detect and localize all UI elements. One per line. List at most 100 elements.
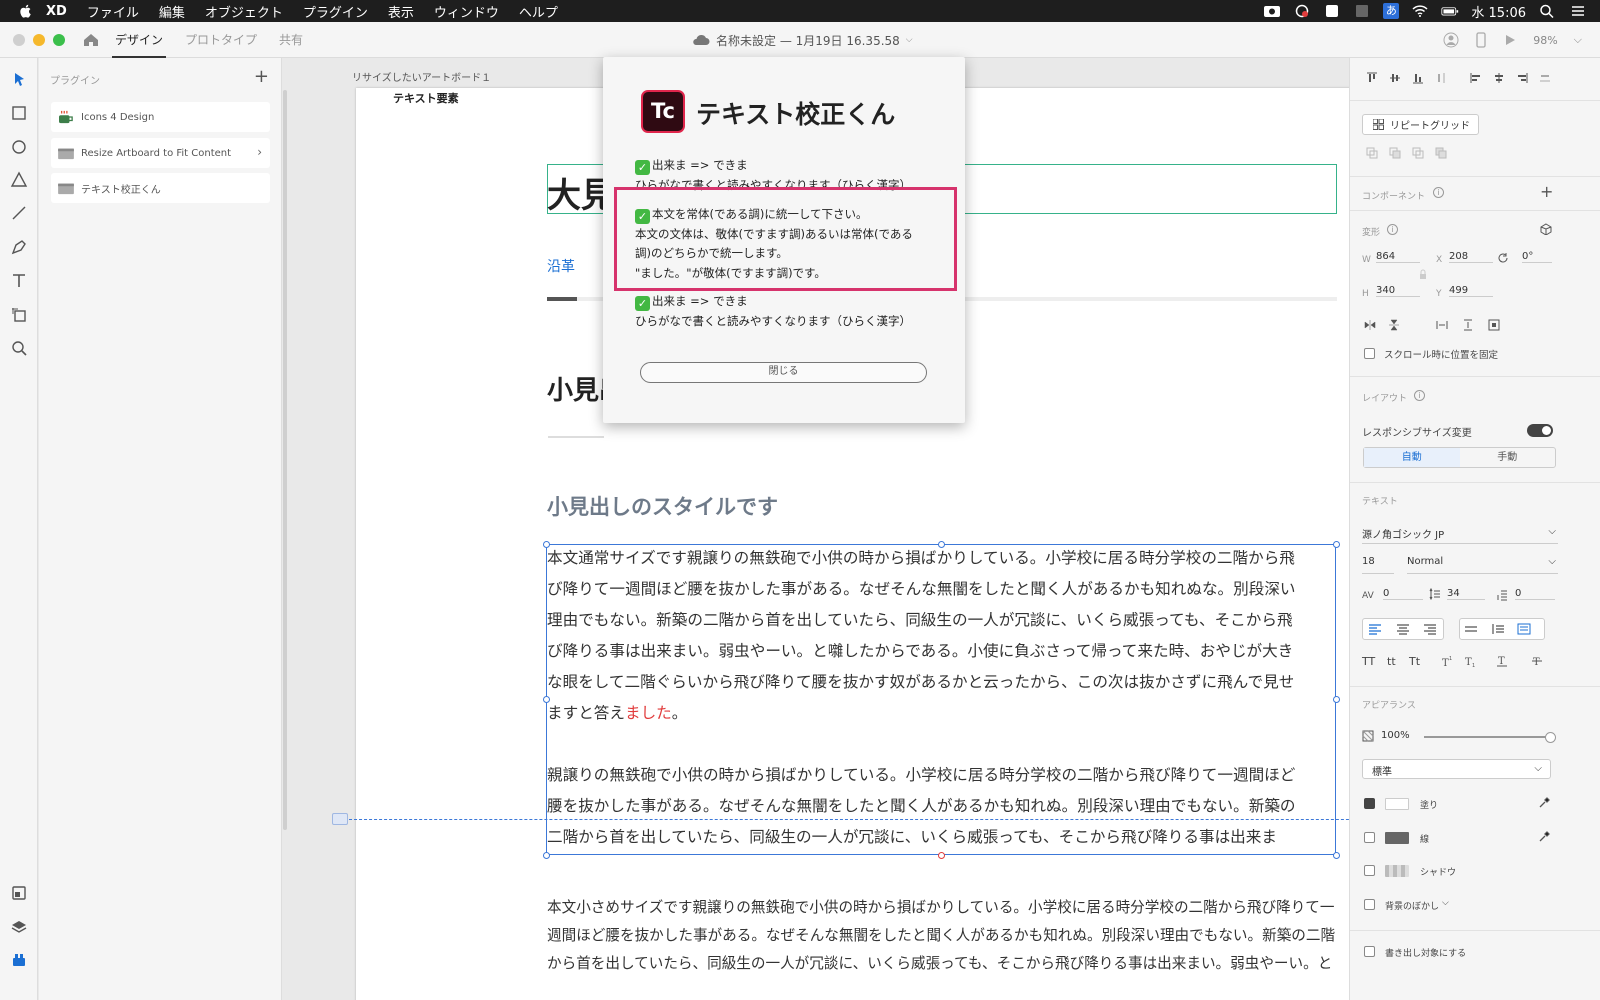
polygon-tool-icon[interactable] xyxy=(10,171,28,189)
resize-handle-ml[interactable] xyxy=(543,696,550,703)
info-icon[interactable]: i xyxy=(1414,390,1425,401)
flip-horizontal-icon[interactable] xyxy=(1364,319,1376,331)
fit-content-icon[interactable] xyxy=(1488,319,1500,331)
mobile-preview-icon[interactable] xyxy=(1475,32,1487,48)
fix-position-checkbox[interactable] xyxy=(1364,348,1375,359)
menu-edit[interactable]: 編集 xyxy=(159,2,185,21)
resize-handle-bm[interactable] xyxy=(938,852,945,859)
blend-mode-select[interactable]: 標準 ⌵ xyxy=(1362,759,1551,779)
menu-help[interactable]: ヘルプ xyxy=(519,2,558,21)
plugin-item-text-kousei[interactable]: テキスト校正くん xyxy=(51,173,270,203)
line-spacing-input[interactable]: 34 xyxy=(1447,588,1485,600)
artboard-name[interactable]: リサイズしたいアートボード１ xyxy=(352,69,491,84)
align-bottom-icon[interactable] xyxy=(1412,72,1424,84)
fit-width-icon[interactable] xyxy=(1436,319,1448,331)
titlecase-button[interactable]: Tt xyxy=(1409,655,1420,668)
font-weight-select[interactable]: Normal ⌵ xyxy=(1407,556,1558,574)
point-text-icon[interactable] xyxy=(1464,623,1478,635)
spotlight-search-icon[interactable] xyxy=(1538,4,1556,18)
text-align-center-icon[interactable] xyxy=(1396,623,1410,635)
add-plugin-button[interactable]: + xyxy=(254,66,269,87)
strikethrough-icon[interactable]: T xyxy=(1531,655,1543,667)
resize-auto-option[interactable]: 自動 xyxy=(1364,448,1460,467)
text-align-left-icon[interactable] xyxy=(1368,623,1382,635)
y-input[interactable]: 499 xyxy=(1449,285,1493,297)
resize-handle-tr[interactable] xyxy=(1333,541,1340,548)
fit-height-icon[interactable] xyxy=(1462,319,1474,331)
resize-handle-tm[interactable] xyxy=(938,541,945,548)
font-family-select[interactable]: 源ノ角ゴシック JP ⌵ xyxy=(1362,526,1558,544)
text-element-label[interactable]: テキスト要素 xyxy=(393,90,459,106)
info-icon[interactable]: i xyxy=(1387,224,1398,235)
pen-tool-icon[interactable] xyxy=(10,238,28,256)
subscript-icon[interactable]: T1 xyxy=(1465,655,1477,667)
rotation-input[interactable]: 0° xyxy=(1522,251,1552,263)
plugin-item-resize-artboard[interactable]: Resize Artboard to Fit Content › xyxy=(51,138,270,168)
menu-object[interactable]: オブジェクト xyxy=(205,2,283,21)
chevron-down-icon[interactable]: ⌵ xyxy=(1574,33,1582,47)
notification-center-icon[interactable] xyxy=(1568,4,1586,18)
zoom-window-button[interactable] xyxy=(53,33,65,46)
text-align-right-icon[interactable] xyxy=(1423,623,1437,635)
heading-small[interactable]: 小見出しのスタイルです xyxy=(547,491,778,521)
background-blur-checkbox[interactable] xyxy=(1364,899,1375,910)
height-input[interactable]: 340 xyxy=(1376,285,1420,297)
resize-handle-tl[interactable] xyxy=(543,541,550,548)
auto-height-text-icon[interactable] xyxy=(1491,623,1505,635)
input-method-indicator[interactable]: あ xyxy=(1383,3,1400,19)
app-menu[interactable]: XD xyxy=(46,4,67,19)
select-tool-icon[interactable] xyxy=(10,70,28,88)
minimize-window-button[interactable] xyxy=(33,33,45,46)
info-icon[interactable]: i xyxy=(1433,187,1444,198)
acrobat-icon[interactable] xyxy=(1323,4,1341,18)
responsive-resize-toggle[interactable] xyxy=(1527,424,1553,437)
boolean-add-icon[interactable] xyxy=(1366,147,1378,159)
tab-share[interactable]: 共有 xyxy=(279,22,303,58)
menubar-clock[interactable]: 水 15:06 xyxy=(1471,2,1526,21)
resize-handle-br[interactable] xyxy=(1333,852,1340,859)
menu-plugin[interactable]: プラグイン xyxy=(303,2,368,21)
distribute-horizontal-icon[interactable] xyxy=(1539,72,1551,84)
stroke-swatch[interactable] xyxy=(1385,832,1409,844)
distribute-vertical-icon[interactable] xyxy=(1435,72,1447,84)
3d-transform-icon[interactable] xyxy=(1540,223,1552,235)
menu-file[interactable]: ファイル xyxy=(87,2,139,21)
close-window-button[interactable] xyxy=(13,33,25,46)
lowercase-button[interactable]: tt xyxy=(1387,655,1396,668)
chevron-right-icon[interactable]: › xyxy=(257,145,262,159)
boolean-exclude-icon[interactable] xyxy=(1435,147,1447,159)
width-input[interactable]: 864 xyxy=(1376,251,1420,263)
underline-icon[interactable]: T xyxy=(1496,655,1508,667)
creative-cloud-icon[interactable] xyxy=(1293,4,1311,18)
lock-aspect-icon[interactable] xyxy=(1417,268,1429,280)
align-top-icon[interactable] xyxy=(1366,72,1378,84)
play-icon[interactable] xyxy=(1503,33,1517,47)
line-tool-icon[interactable] xyxy=(10,204,28,222)
eyedropper-icon[interactable] xyxy=(1538,797,1550,809)
resize-manual-option[interactable]: 手動 xyxy=(1460,448,1556,467)
document-title[interactable]: 名称未設定 — 1月19日 16.35.58 ⌵ xyxy=(692,22,913,58)
menu-view[interactable]: 表示 xyxy=(388,2,414,21)
paragraph-spacing-input[interactable]: 0 xyxy=(1515,588,1555,600)
shadow-checkbox[interactable] xyxy=(1364,865,1375,876)
panel-scrollbar[interactable] xyxy=(283,90,287,830)
wifi-icon[interactable] xyxy=(1411,4,1429,18)
body-text-small[interactable]: 本文小さめサイズです親譲りの無鉄砲で小供の時から損ばかりしている。小学校に居る時… xyxy=(547,894,1337,978)
tab-prototype[interactable]: プロトタイプ xyxy=(185,22,257,58)
text-tool-icon[interactable] xyxy=(1353,4,1371,18)
x-input[interactable]: 208 xyxy=(1449,251,1493,263)
plugin-item-icons4design[interactable]: Icons 4 Design xyxy=(51,102,270,132)
guide-line[interactable] xyxy=(334,819,1378,820)
font-size-input[interactable]: 18 xyxy=(1362,556,1394,574)
repeat-grid-button[interactable]: リピートグリッド xyxy=(1362,114,1479,135)
flip-vertical-icon[interactable] xyxy=(1388,319,1400,331)
apple-icon[interactable] xyxy=(18,3,34,19)
boolean-intersect-icon[interactable] xyxy=(1412,147,1424,159)
resize-handle-mr[interactable] xyxy=(1333,696,1340,703)
zoom-level[interactable]: 98% xyxy=(1533,34,1557,47)
uppercase-button[interactable]: TT xyxy=(1362,655,1375,668)
home-icon[interactable] xyxy=(83,33,99,47)
artboard-tool-icon[interactable] xyxy=(10,306,28,324)
user-icon[interactable] xyxy=(1443,32,1459,48)
nav-link-history[interactable]: 沿革 xyxy=(547,256,575,276)
